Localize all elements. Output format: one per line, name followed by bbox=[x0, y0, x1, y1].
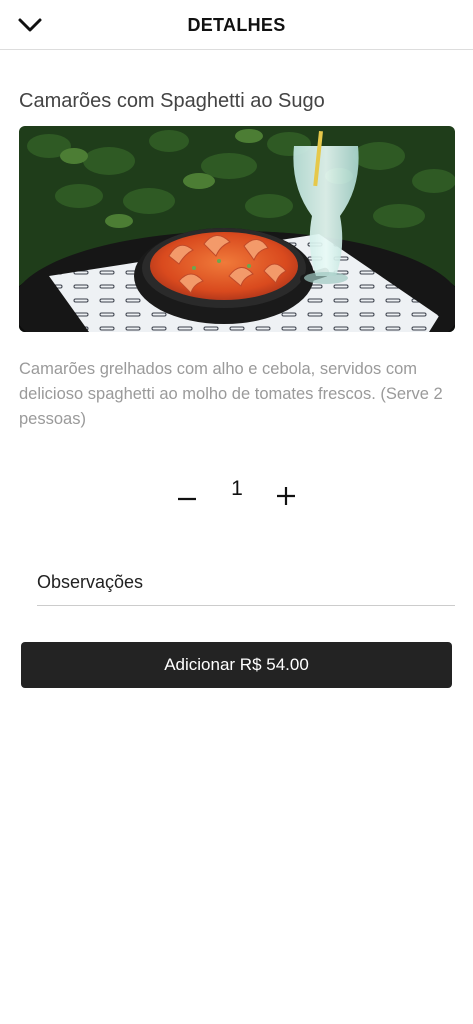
dish-description: Camarões grelhados com alho e cebola, se… bbox=[19, 360, 443, 428]
minus-icon bbox=[178, 497, 196, 501]
increase-quantity-button[interactable] bbox=[274, 482, 298, 510]
page-title: DETALHES bbox=[187, 15, 286, 35]
dish-image bbox=[19, 126, 455, 332]
plus-icon bbox=[277, 487, 295, 505]
dish-title: Camarões com Spaghetti ao Sugo bbox=[19, 90, 325, 112]
add-to-cart-button[interactable]: Adicionar R$ 54.00 bbox=[21, 642, 452, 688]
header: DETALHES bbox=[0, 0, 473, 50]
decrease-quantity-button[interactable] bbox=[175, 479, 199, 507]
notes-input[interactable] bbox=[37, 560, 455, 606]
quantity-value: 1 bbox=[231, 477, 243, 500]
quantity-stepper: 1 bbox=[0, 474, 473, 514]
